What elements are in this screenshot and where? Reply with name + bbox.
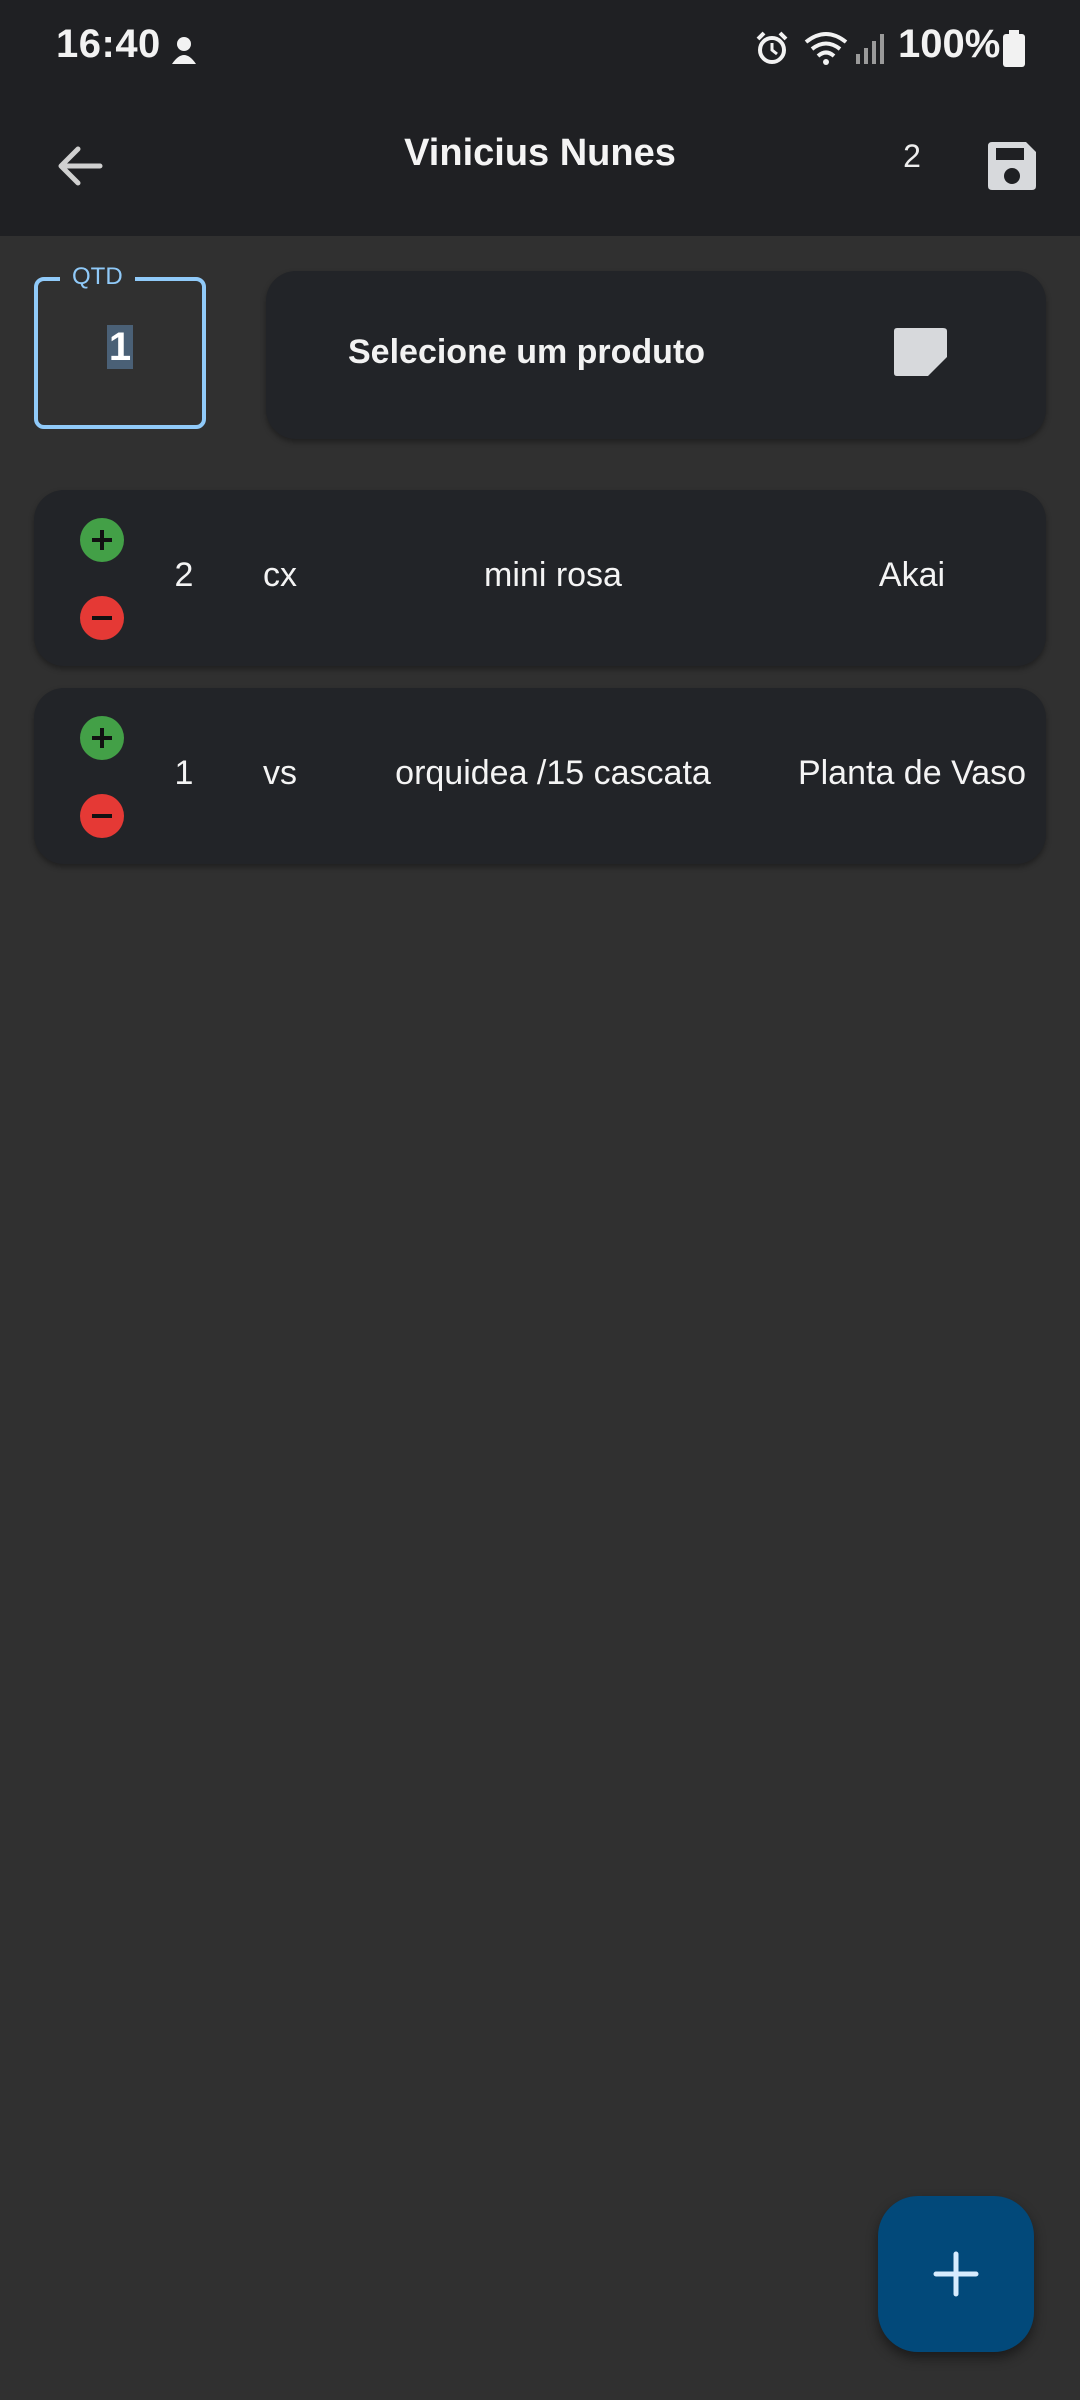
save-button[interactable] [972, 126, 1052, 206]
qtd-field[interactable]: QTD 1 [34, 263, 206, 429]
plus-icon [933, 2251, 979, 2297]
save-icon [988, 142, 1036, 190]
battery-icon [1003, 30, 1025, 67]
list-item: 1 vs orquidea /15 cascata Planta de Vaso [34, 688, 1046, 864]
item-name: mini rosa [484, 556, 622, 594]
arrow-left-icon [58, 146, 103, 186]
alarm-icon [756, 31, 788, 64]
item-count: 2 [903, 138, 921, 174]
item-quantity: 2 [174, 556, 194, 594]
qtd-input[interactable]: 1 [38, 325, 202, 370]
qtd-label: QTD [60, 263, 135, 291]
plus-icon [92, 530, 112, 550]
item-unit: cx [263, 556, 297, 594]
minus-icon [92, 616, 112, 620]
increment-button[interactable] [80, 716, 124, 760]
status-time: 16:40 [56, 22, 161, 66]
plus-icon [92, 728, 112, 748]
item-quantity: 1 [174, 754, 194, 792]
qtd-input-value: 1 [106, 325, 134, 369]
item-name: orquidea /15 cascata [395, 754, 711, 792]
list-item: 2 cx mini rosa Akai [34, 490, 1046, 666]
notification-icon [172, 37, 196, 64]
back-button[interactable] [40, 126, 120, 206]
note-icon [894, 328, 947, 376]
item-unit: vs [263, 754, 297, 792]
decrement-button[interactable] [80, 794, 124, 838]
product-select-label: Selecione um produto [348, 333, 706, 371]
signal-icon [856, 34, 884, 64]
increment-button[interactable] [80, 518, 124, 562]
add-item-button[interactable] [878, 2196, 1034, 2352]
status-bar: 16:40 100% [0, 0, 1080, 96]
minus-icon [92, 814, 112, 818]
app-bar: Vinicius Nunes 2 [0, 96, 1080, 236]
decrement-button[interactable] [80, 596, 124, 640]
battery-percent: 100% [898, 22, 1001, 66]
wifi-icon [804, 32, 848, 65]
item-category: Planta de Vaso [797, 754, 1027, 792]
item-category: Akai [878, 556, 946, 594]
page-title: Vinicius Nunes [404, 132, 676, 174]
product-select-button[interactable]: Selecione um produto [266, 271, 1046, 439]
